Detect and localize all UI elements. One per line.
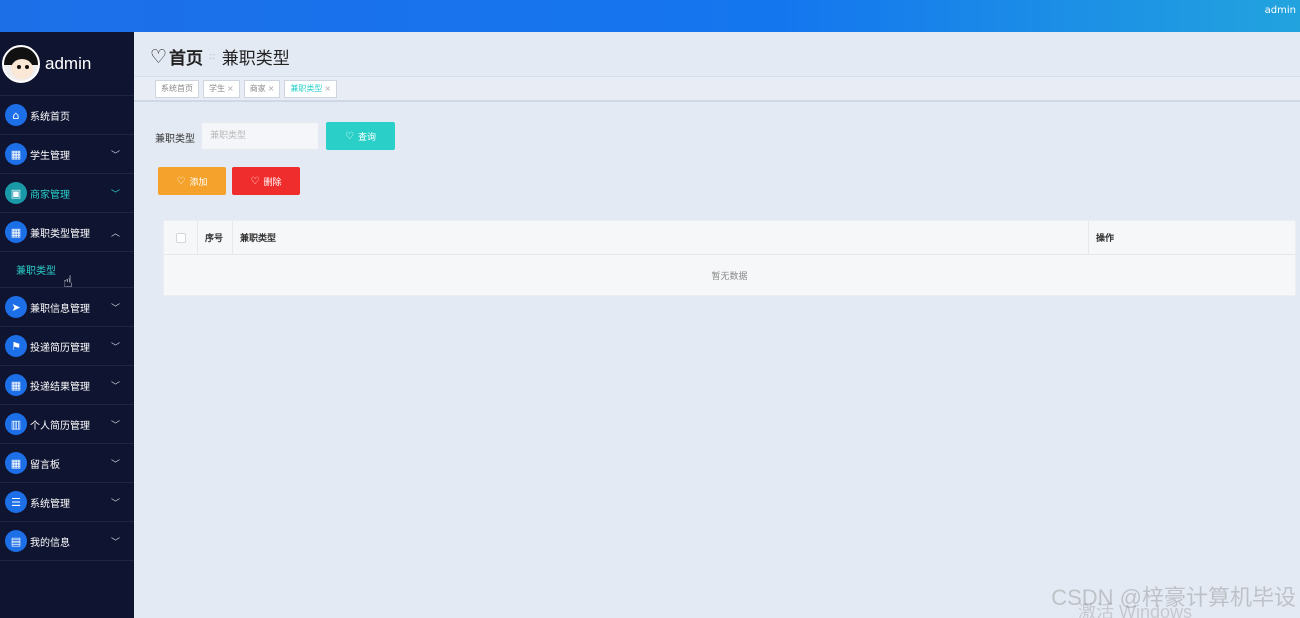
- chevron-down-icon: ﹀: [110, 304, 120, 314]
- sidebar-item-label: 我的信息: [30, 537, 70, 549]
- grid-icon: ▦: [5, 452, 27, 474]
- heart-icon: ♡: [250, 175, 260, 187]
- grid-icon: ▦: [5, 221, 27, 243]
- tab-merchants[interactable]: 商家 ×: [243, 79, 281, 98]
- tab-label: 学生: [209, 84, 225, 93]
- column-header-ops: 操作: [1096, 234, 1115, 244]
- search-input[interactable]: [201, 122, 319, 150]
- sidebar-item-label: 兼职类型管理: [30, 228, 90, 240]
- sidebar-item-label: 商家管理: [30, 189, 70, 201]
- top-bar: admin: [0, 0, 1300, 32]
- sidebar-item-label: 投递简历管理: [30, 342, 90, 354]
- sidebar-item-submission-results[interactable]: ▦ 投递结果管理 ﹀: [0, 366, 134, 405]
- sidebar-subitem-label: 兼职类型: [16, 266, 56, 277]
- column-header-type: 兼职类型: [233, 221, 1089, 254]
- tab-job-type[interactable]: 兼职类型 ×: [284, 79, 338, 98]
- tab-bar: 系统首页 学生 × 商家 × 兼职类型 ×: [134, 76, 1300, 102]
- delete-button[interactable]: ♡ 删除: [232, 167, 300, 195]
- sidebar-item-system[interactable]: ☰ 系统管理 ﹀: [0, 483, 134, 522]
- breadcrumb: ♡ 首页 :: 兼职类型: [150, 44, 290, 70]
- tab-home[interactable]: 系统首页: [155, 79, 199, 98]
- data-table: 序号 兼职类型 操作 暂无数据: [163, 220, 1296, 296]
- close-icon[interactable]: ×: [324, 84, 331, 93]
- page-title: 兼职类型: [221, 49, 290, 69]
- search-label: 兼职类型: [155, 134, 195, 145]
- column-header-index: 序号: [198, 221, 233, 254]
- sidebar-item-personal-resume[interactable]: ▥ 个人简历管理 ﹀: [0, 405, 134, 444]
- tab-label: 系统首页: [161, 84, 193, 93]
- avatar: [2, 44, 40, 83]
- close-icon[interactable]: ×: [227, 84, 234, 93]
- tab-label: 商家: [249, 84, 266, 93]
- tab-students[interactable]: 学生 ×: [203, 79, 240, 98]
- heart-icon: ♡: [176, 175, 186, 187]
- table-empty-text: 暂无数据: [711, 271, 748, 282]
- query-button[interactable]: ♡ 查询: [326, 122, 395, 150]
- sidebar-item-home[interactable]: ⌂ 系统首页: [0, 96, 134, 135]
- sidebar-item-job-info[interactable]: ➤ 兼职信息管理 ﹀: [0, 288, 134, 327]
- close-icon[interactable]: ×: [268, 84, 275, 93]
- tab-label: 兼职类型: [290, 84, 323, 93]
- chevron-down-icon: ﹀: [110, 151, 120, 161]
- chevron-down-icon: ﹀: [110, 190, 120, 200]
- heart-icon: ♡: [150, 45, 168, 68]
- heart-icon: ♡: [345, 130, 354, 142]
- breadcrumb-separator: ::: [209, 51, 216, 62]
- card-icon: ▤: [5, 530, 27, 552]
- chevron-down-icon: ﹀: [110, 421, 120, 431]
- select-all-cell: [164, 221, 198, 254]
- sidebar-item-label: 学生管理: [30, 150, 70, 162]
- sidebar-item-message-board[interactable]: ▦ 留言板 ﹀: [0, 444, 134, 483]
- sidebar-item-resume-submissions[interactable]: ⚑ 投递简历管理 ﹀: [0, 327, 134, 366]
- sidebar-item-my-info[interactable]: ▤ 我的信息 ﹀: [0, 522, 134, 561]
- sidebar-item-merchants[interactable]: ▣ 商家管理 ﹀: [0, 174, 134, 213]
- add-button-label: 添加: [189, 177, 208, 188]
- book-icon: ▥: [5, 413, 27, 435]
- sidebar-item-label: 投递结果管理: [30, 381, 90, 393]
- delete-button-label: 删除: [263, 177, 282, 188]
- sidebar-item-label: 个人简历管理: [30, 420, 90, 432]
- sidebar-item-job-types[interactable]: ▦ 兼职类型管理 ︿: [0, 213, 134, 252]
- sidebar-item-label: 系统首页: [30, 111, 70, 123]
- sidebar-username: admin: [45, 53, 92, 73]
- grid-icon: ▦: [5, 143, 27, 165]
- query-button-label: 查询: [357, 132, 376, 143]
- sidebar-item-label: 留言板: [30, 459, 60, 471]
- sidebar-item-label: 兼职信息管理: [30, 303, 90, 315]
- home-icon: ⌂: [5, 104, 27, 126]
- chevron-down-icon: ﹀: [110, 382, 120, 392]
- top-user-name[interactable]: admin: [1265, 5, 1296, 16]
- csdn-watermark: CSDN @梓豪计算机毕设: [1051, 585, 1296, 610]
- flag-icon: ⚑: [5, 335, 27, 357]
- sidebar-item-students[interactable]: ▦ 学生管理 ﹀: [0, 135, 134, 174]
- breadcrumb-home[interactable]: 首页: [169, 44, 203, 69]
- chevron-up-icon: ︿: [110, 229, 120, 239]
- add-button[interactable]: ♡ 添加: [158, 167, 226, 195]
- sidebar-item-label: 系统管理: [30, 498, 70, 510]
- select-all-checkbox[interactable]: [175, 232, 186, 243]
- grid-icon: ▦: [5, 374, 27, 396]
- chevron-down-icon: ﹀: [110, 343, 120, 353]
- sidebar-profile: admin: [0, 32, 134, 96]
- chevron-down-icon: ﹀: [110, 460, 120, 470]
- main-content: ♡ 首页 :: 兼职类型 系统首页 学生× 商家× 兼职类型× 兼职类型 ♡查询…: [134, 32, 1300, 618]
- chevron-down-icon: ﹀: [110, 499, 120, 509]
- store-icon: ▣: [5, 182, 27, 204]
- table-header: 序号 兼职类型 操作: [164, 221, 1295, 255]
- sidebar-subitem-job-type[interactable]: 兼职类型 ☝: [0, 252, 134, 291]
- chevron-down-icon: ﹀: [110, 538, 120, 548]
- send-icon: ➤: [5, 296, 27, 318]
- sidebar: admin ⌂ 系统首页 ▦ 学生管理 ﹀ ▣ 商家管理 ﹀ ▦ 兼职类型管理 …: [0, 32, 134, 618]
- settings-icon: ☰: [5, 491, 27, 513]
